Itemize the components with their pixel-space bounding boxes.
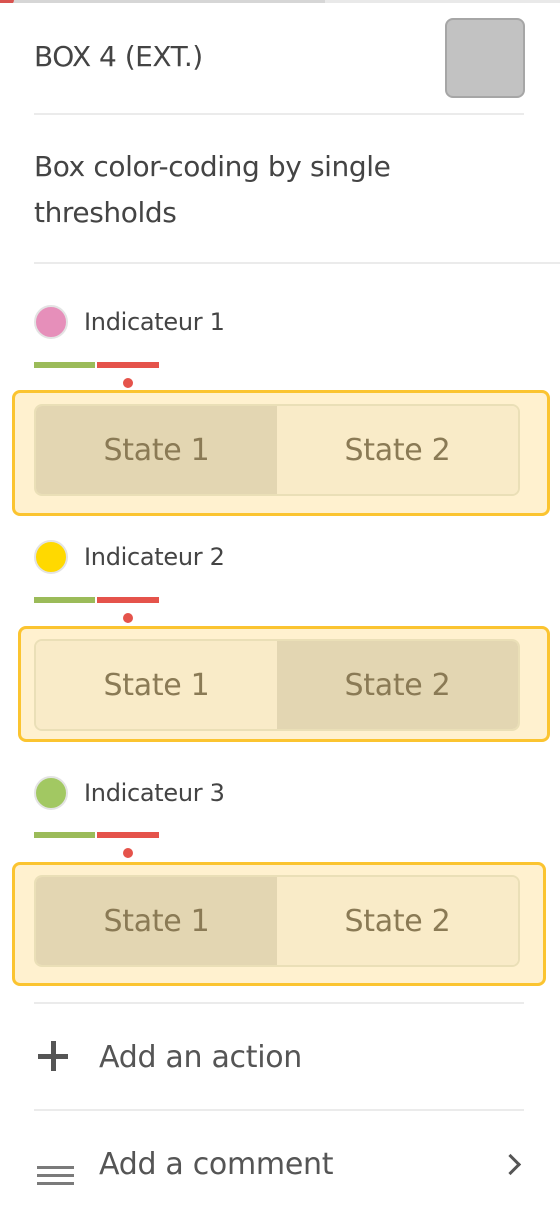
threshold-low-bar <box>34 832 95 838</box>
indicator-label: Indicateur 1 <box>84 308 225 336</box>
state-segmented-control: State 1 State 2 <box>34 875 520 967</box>
divider <box>34 113 524 115</box>
box-title: BOX 4 (EXT.) <box>34 40 203 73</box>
indicator-2: Indicateur 2 <box>34 537 225 577</box>
state-2-button[interactable]: State 2 <box>277 877 518 965</box>
indicator-color-dot-icon <box>34 776 68 810</box>
threshold-low-bar <box>34 362 95 368</box>
indicator-color-dot-icon <box>34 305 68 339</box>
threshold-high-bar <box>97 832 159 838</box>
divider <box>34 1002 524 1004</box>
state-2-button[interactable]: State 2 <box>277 406 518 494</box>
indicator-label: Indicateur 2 <box>84 543 225 571</box>
chevron-right-icon <box>499 1153 522 1175</box>
state-segmented-control: State 1 State 2 <box>34 639 520 731</box>
divider <box>34 262 560 264</box>
menu-lines-icon <box>34 1144 74 1185</box>
state-1-button[interactable]: State 1 <box>36 406 277 494</box>
add-action-label: Add an action <box>99 1039 302 1075</box>
state-2-button[interactable]: State 2 <box>277 641 518 729</box>
state-1-button[interactable]: State 1 <box>36 877 277 965</box>
indicator-color-dot-icon <box>34 540 68 574</box>
indicator-label: Indicateur 3 <box>84 779 225 807</box>
threshold-high-bar <box>97 362 159 368</box>
divider <box>34 1109 524 1111</box>
add-comment-button[interactable]: Add a comment <box>34 1134 526 1194</box>
state-segmented-control: State 1 State 2 <box>34 404 520 496</box>
indicator-1: Indicateur 1 <box>34 302 225 342</box>
threshold-marker-icon <box>123 613 133 623</box>
color-swatch-icon[interactable] <box>445 18 525 98</box>
state-1-button[interactable]: State 1 <box>36 641 277 729</box>
threshold-marker-icon <box>123 378 133 388</box>
box-description: Box color-coding by single thresholds <box>34 150 391 229</box>
indicator-3: Indicateur 3 <box>34 773 225 813</box>
add-comment-label: Add a comment <box>99 1146 334 1182</box>
add-action-button[interactable]: Add an action <box>34 1027 526 1087</box>
threshold-marker-icon <box>123 848 133 858</box>
threshold-high-bar <box>97 597 159 603</box>
plus-icon <box>34 1037 74 1077</box>
threshold-low-bar <box>34 597 95 603</box>
